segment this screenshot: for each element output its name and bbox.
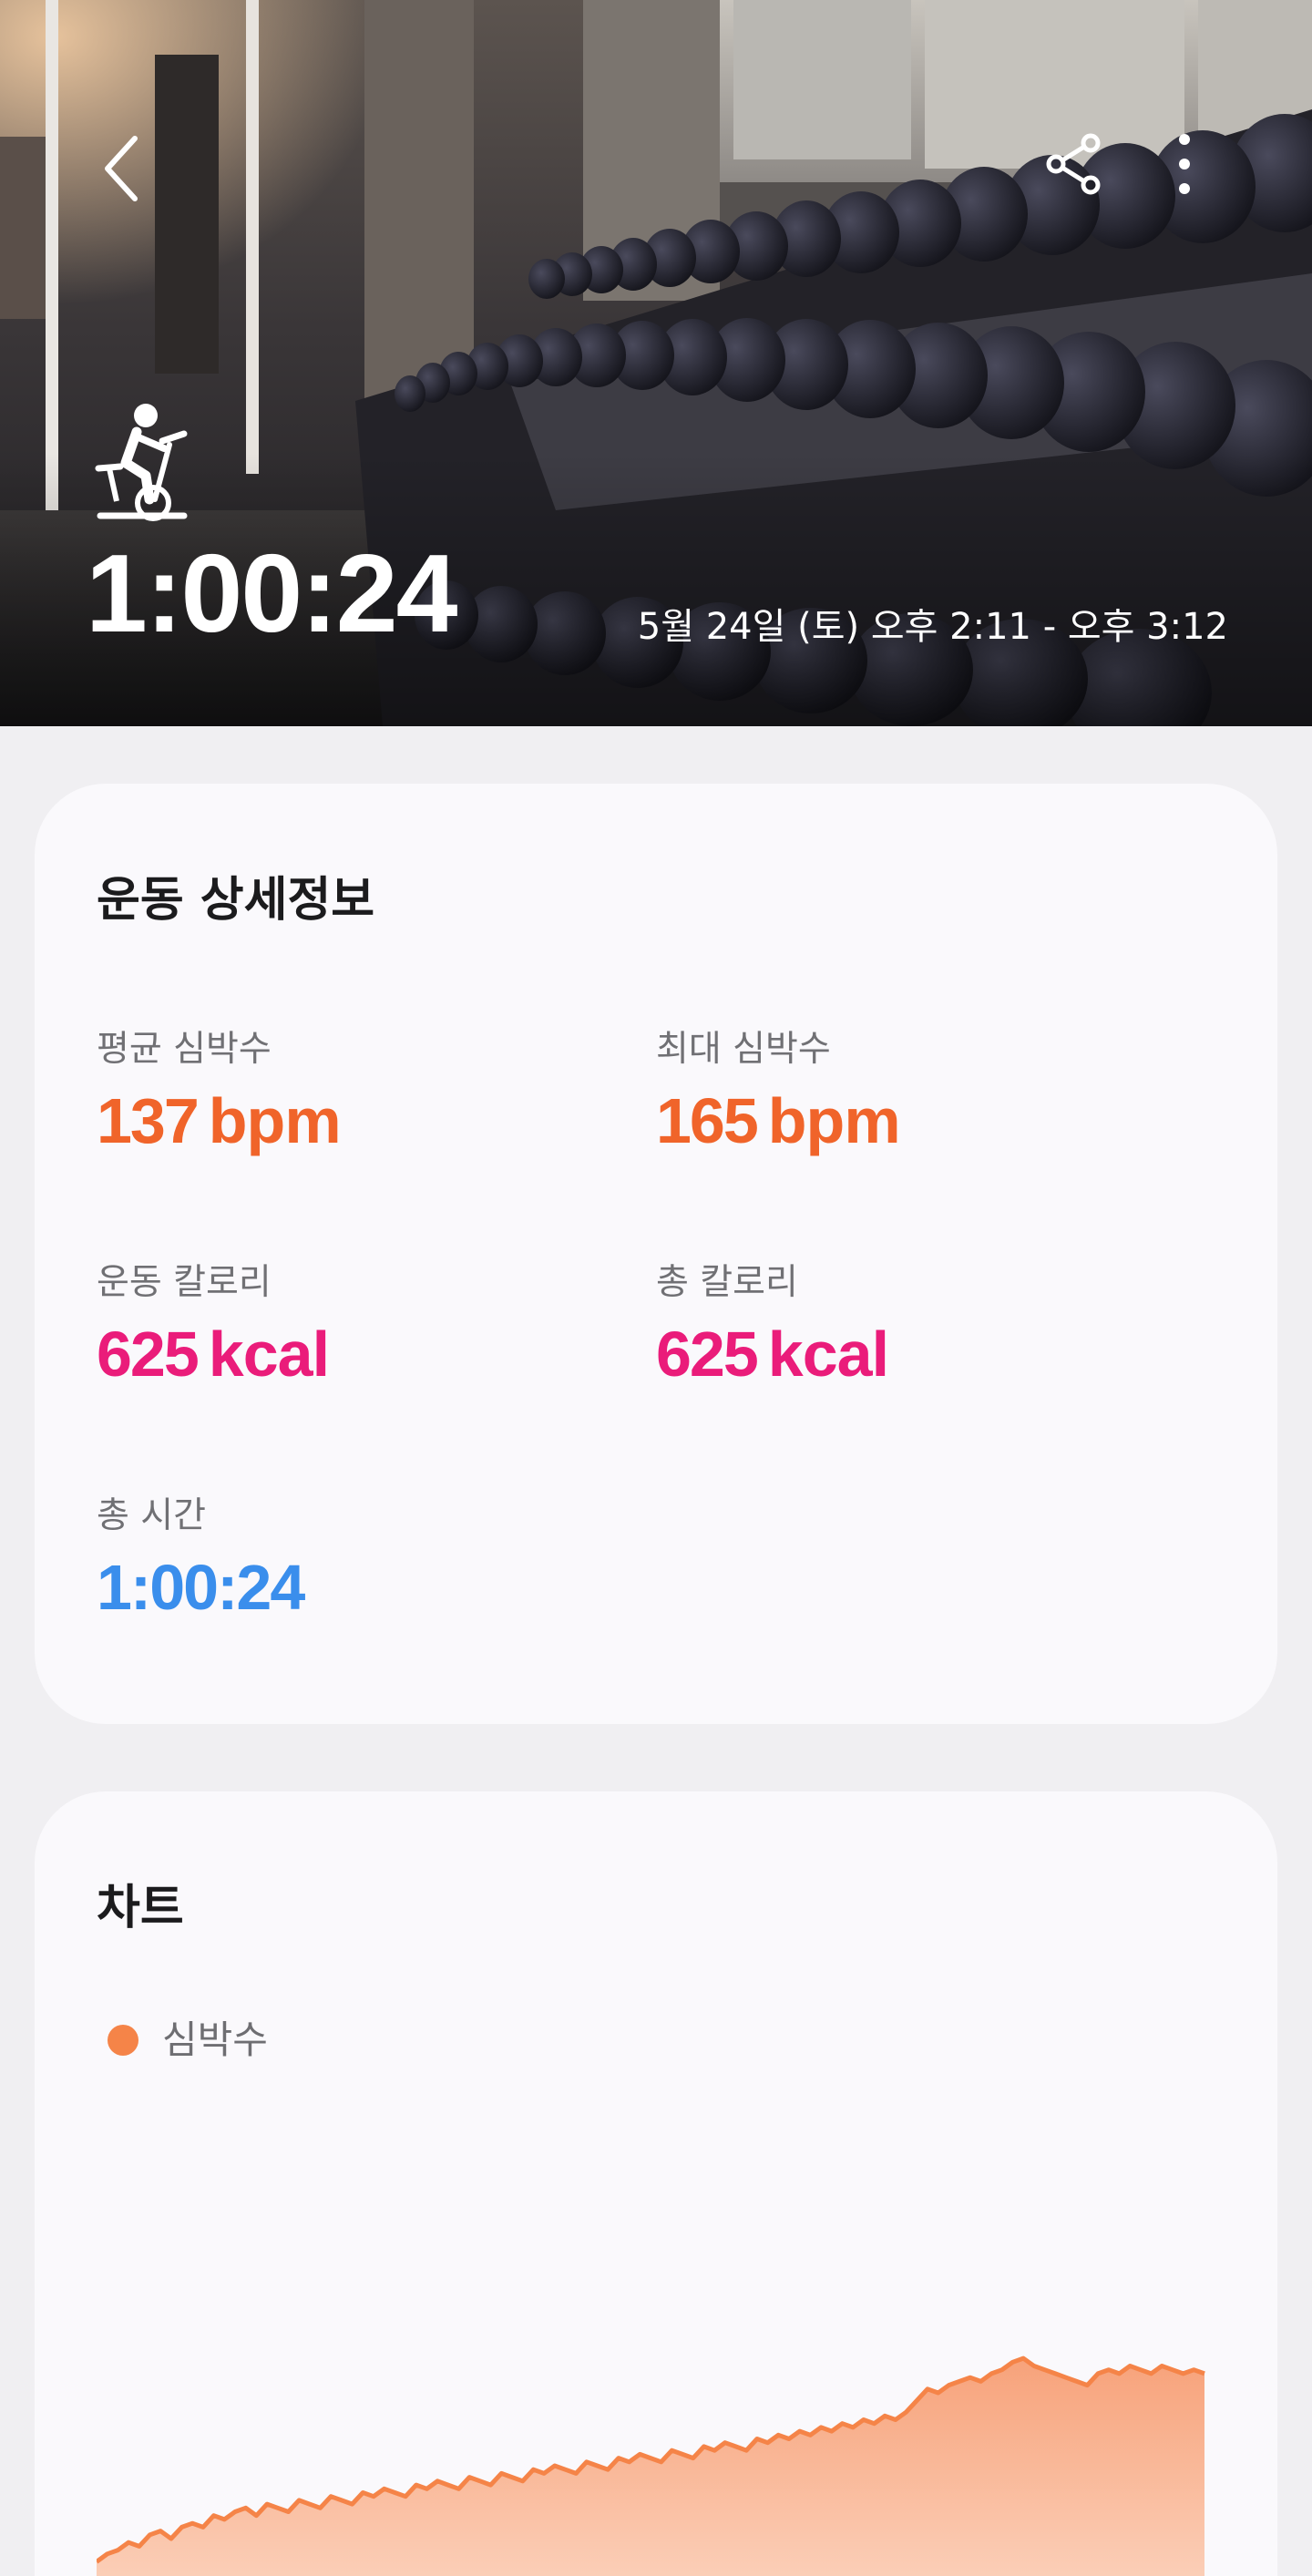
legend-dot: [108, 2025, 138, 2056]
stat-label: 평균 심박수: [97, 1029, 272, 1070]
stat-value: 625 kcal: [656, 1322, 889, 1386]
legend-label-heart-rate: 심박수: [162, 2017, 268, 2062]
stat-max-heart-rate: 최대 심박수 165 bpm: [656, 1029, 901, 1153]
stat-value: 137 bpm: [97, 1089, 342, 1153]
heart-rate-area: [97, 2358, 1204, 2576]
chart-title: 차트: [97, 1881, 184, 1935]
back-button[interactable]: [91, 128, 155, 210]
stat-number: 165: [656, 1085, 759, 1156]
stat-unit: bpm: [208, 1085, 342, 1156]
exercise-bike-icon: [95, 404, 188, 521]
more-options-button[interactable]: [1166, 132, 1203, 196]
heart-rate-chart: [97, 2355, 1205, 2576]
share-button[interactable]: [1043, 132, 1107, 196]
stat-unit: kcal: [208, 1319, 330, 1390]
details-title: 운동 상세정보: [97, 873, 375, 928]
workout-datetime: 5월 24일 (토) 오후 2:11 - 오후 3:12: [637, 606, 1228, 648]
chart-card: 차트 심박수: [35, 1791, 1277, 2576]
stat-label: 총 시간: [97, 1495, 207, 1536]
stat-unit: bpm: [767, 1085, 901, 1156]
stat-unit: kcal: [767, 1319, 889, 1390]
stat-number: 625: [97, 1319, 200, 1390]
stat-avg-heart-rate: 평균 심박수 137 bpm: [97, 1029, 342, 1153]
stat-total-calories: 총 칼로리 625 kcal: [656, 1262, 889, 1386]
chevron-left-icon: [105, 136, 138, 201]
stat-total-time: 총 시간 1:00:24: [97, 1495, 305, 1619]
stat-label: 최대 심박수: [656, 1029, 831, 1070]
stat-number: 1:00:24: [97, 1552, 305, 1623]
stat-label: 운동 칼로리: [97, 1262, 272, 1303]
workout-details-card: 운동 상세정보 평균 심박수 137 bpm 최대 심박수 165 bpm 운동 칼…: [35, 784, 1277, 1724]
stat-exercise-calories: 운동 칼로리 625 kcal: [97, 1262, 330, 1386]
stat-value: 1:00:24: [97, 1555, 305, 1619]
stat-number: 137: [97, 1085, 200, 1156]
stat-number: 625: [656, 1319, 759, 1390]
workout-header: 1:00:24 5월 24일 (토) 오후 2:11 - 오후 3:12: [0, 0, 1312, 726]
chart-legend: 심박수: [108, 2021, 268, 2059]
stat-value: 165 bpm: [656, 1089, 901, 1153]
workout-duration: 1:00:24: [86, 531, 458, 655]
stat-label: 총 칼로리: [656, 1262, 798, 1303]
more-vertical-icon: [1179, 134, 1190, 194]
share-icon: [1046, 133, 1101, 195]
stat-value: 625 kcal: [97, 1322, 330, 1386]
